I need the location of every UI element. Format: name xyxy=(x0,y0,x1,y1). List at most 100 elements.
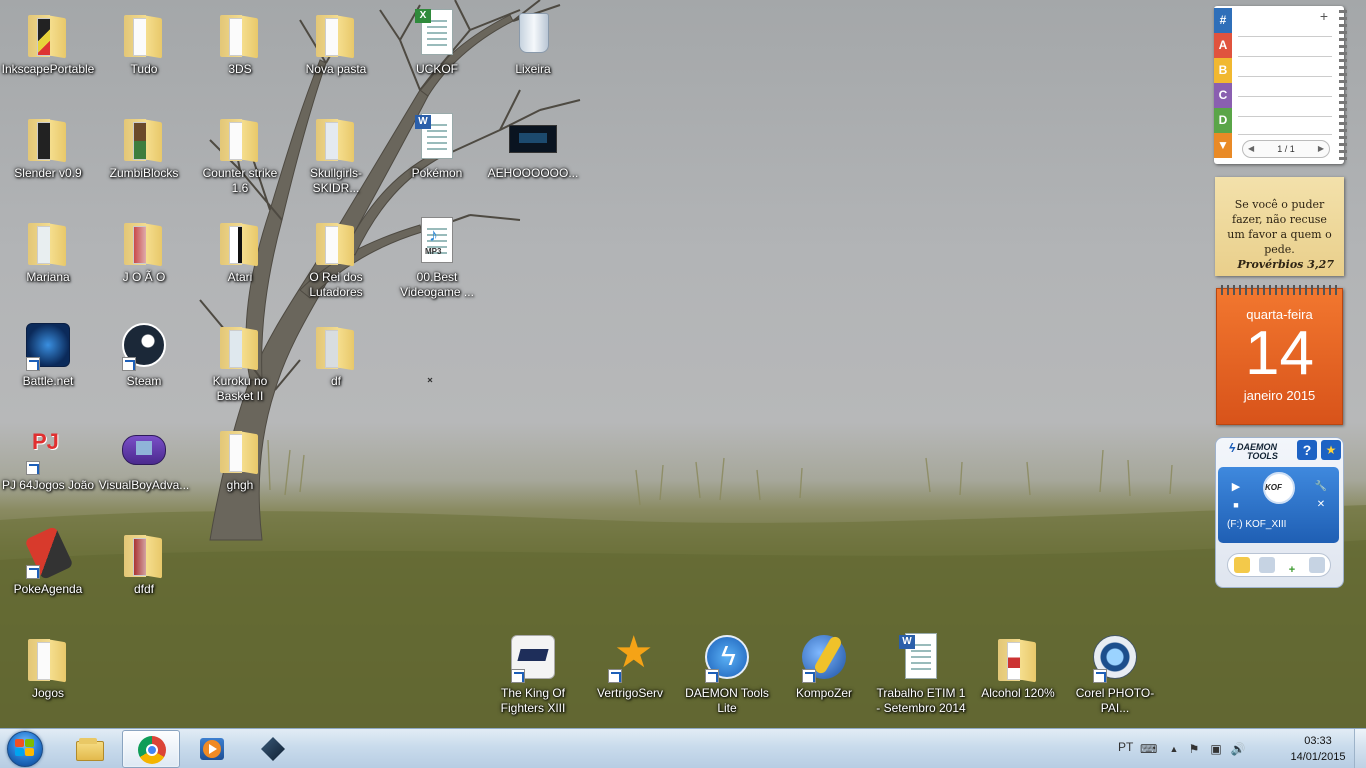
clock[interactable]: 03:33 14/01/2015 xyxy=(1284,733,1352,765)
desktop-icon-label: Tudo xyxy=(130,62,158,76)
show-hidden-icons-arrow[interactable]: ▲ xyxy=(1166,741,1182,757)
desktop-icon-kompozer[interactable]: KompoZer xyxy=(776,626,872,726)
daemon-toolbar: + xyxy=(1227,553,1331,577)
tab-a[interactable]: A xyxy=(1214,33,1232,58)
calendar-gadget[interactable]: quarta-feira 14 janeiro 2015 xyxy=(1216,285,1343,425)
volume-icon[interactable]: 🔊 xyxy=(1230,741,1246,757)
start-button[interactable] xyxy=(3,730,47,768)
favorites-button[interactable]: ★ xyxy=(1321,440,1341,460)
system-tray: PT ⌨ ▲ ⚑ ▣ 🔊 03:33 14/01/2015 xyxy=(1116,729,1366,768)
desktop[interactable]: InkscapePortable Slender v0.9 Mariana Ba… xyxy=(0,0,1366,728)
mount-image-icon[interactable] xyxy=(1234,557,1250,573)
desktop-icon-daemon-tools-lite[interactable]: ϟ DAEMON Tools Lite xyxy=(679,626,775,726)
desktop-icon-jogos[interactable]: Jogos xyxy=(0,626,96,726)
language-indicator[interactable]: PT xyxy=(1118,740,1133,754)
desktop-icon-counter-strike[interactable]: Counter strike 1.6 xyxy=(192,106,288,206)
taskbar-starcraft-ii[interactable] xyxy=(244,730,302,768)
desktop-icon-pokeagenda[interactable]: PokeAgenda xyxy=(0,522,96,622)
next-page-button[interactable]: ▶ xyxy=(1318,141,1324,157)
taskbar-media-player[interactable] xyxy=(183,730,241,768)
desktop-icon-steam[interactable]: Steam xyxy=(96,314,192,414)
desktop-icon-label: Mariana xyxy=(26,270,70,284)
desktop-icon-zumbiblocks[interactable]: ZumbiBlocks xyxy=(96,106,192,206)
excel-document-icon: X xyxy=(411,7,463,59)
desktop-icon-best-videogame[interactable]: ♪ MP3 00.Best Videogame ... xyxy=(389,210,485,310)
desktop-icon-skullgirls[interactable]: Skullgirls-SKIDR... xyxy=(288,106,384,206)
daemon-tools-gadget[interactable]: ϟ DAEMON TOOLS ? ★ ▶ ■ KOF 🔧 ✕ (F:) KOF_… xyxy=(1215,437,1344,588)
daemon-logo-line2: TOOLS xyxy=(1247,451,1278,461)
desktop-icon-aehoooooo[interactable]: AEHOOOOOO... xyxy=(485,106,581,206)
folder-icon xyxy=(310,319,362,371)
contact-line xyxy=(1238,96,1332,97)
desktop-icon-nova-pasta[interactable]: Nova pasta xyxy=(288,2,384,102)
tab-d[interactable]: D xyxy=(1214,108,1232,133)
add-image-icon[interactable] xyxy=(1259,557,1275,573)
desktop-icon-visualboyadvance[interactable]: VisualBoyAdva... xyxy=(96,418,192,518)
desktop-icon-label: VisualBoyAdva... xyxy=(98,478,190,492)
daemon-tools-icon: ϟ xyxy=(701,631,753,683)
calendar-day: 14 xyxy=(1245,319,1314,388)
desktop-icon-label: ghgh xyxy=(226,478,254,492)
show-desktop-button[interactable] xyxy=(1354,729,1366,768)
stop-icon[interactable]: ■ xyxy=(1228,497,1244,513)
desktop-icon-dfdf[interactable]: dfdf xyxy=(96,522,192,622)
desktop-icon-label: Steam xyxy=(126,374,162,388)
unmount-close-icon[interactable]: ✕ xyxy=(1313,497,1329,513)
desktop-icon-lixeira[interactable]: Lixeira xyxy=(485,2,581,102)
desktop-icon-label: InkscapePortable xyxy=(1,62,95,76)
drive-label: (F:) KOF_XIII xyxy=(1227,519,1287,530)
remove-drive-icon[interactable] xyxy=(1309,557,1325,573)
desktop-icon-label: Corel PHOTO-PAI... xyxy=(1075,686,1155,715)
windows-explorer-icon xyxy=(76,735,104,763)
desktop-icon-tudo[interactable]: Tudo xyxy=(96,2,192,102)
chrome-icon xyxy=(138,736,166,764)
add-drive-icon[interactable]: + xyxy=(1284,562,1300,578)
add-contact-button[interactable]: + xyxy=(1320,8,1328,24)
tab-c[interactable]: C xyxy=(1214,83,1232,108)
contact-line xyxy=(1238,56,1332,57)
desktop-icon-label: PJ 64Jogos João xyxy=(1,478,95,492)
desktop-icon-label: Skullgirls-SKIDR... xyxy=(309,166,362,195)
tab-b[interactable]: B xyxy=(1214,58,1232,83)
contacts-gadget[interactable]: # A B C D ▼ + ◀ 1 / 1 ▶ xyxy=(1214,6,1347,164)
settings-wrench-icon[interactable]: 🔧 xyxy=(1313,479,1329,495)
desktop-icon-kof-xiii[interactable]: The King Of Fighters XIII xyxy=(485,626,581,726)
desktop-icon-pokemon[interactable]: W Pokémon xyxy=(389,106,485,206)
quote-gadget[interactable]: Se você o puder fazer, não recuse um fav… xyxy=(1215,177,1344,276)
desktop-icon-joao[interactable]: J O Ã O xyxy=(96,210,192,310)
action-center-flag-icon[interactable]: ⚑ xyxy=(1186,741,1202,757)
prev-page-button[interactable]: ◀ xyxy=(1248,141,1254,157)
desktop-icon-ghgh[interactable]: ghgh xyxy=(192,418,288,518)
desktop-icon-vertrigoserv[interactable]: ★ VertrigoServ xyxy=(582,626,678,726)
desktop-icon-mariana[interactable]: Mariana xyxy=(0,210,96,310)
virtual-drive[interactable]: ▶ ■ KOF 🔧 ✕ (F:) KOF_XIII xyxy=(1218,467,1339,543)
taskbar-windows-explorer[interactable] xyxy=(61,730,119,768)
contact-line xyxy=(1238,76,1332,77)
taskbar-google-chrome[interactable] xyxy=(122,730,180,768)
folder-icon xyxy=(992,631,1044,683)
network-icon[interactable]: ▣ xyxy=(1208,741,1224,757)
help-button[interactable]: ? xyxy=(1297,440,1317,460)
desktop-icon-label: Counter strike 1.6 xyxy=(202,166,278,195)
keyboard-icon[interactable]: ⌨ xyxy=(1140,741,1157,757)
tab-hash[interactable]: # xyxy=(1214,8,1232,33)
desktop-icon-inkscapeportable[interactable]: InkscapePortable xyxy=(0,2,96,102)
desktop-icon-corel-photo-paint[interactable]: Corel PHOTO-PAI... xyxy=(1067,626,1163,726)
mount-play-icon[interactable]: ▶ xyxy=(1228,479,1244,495)
desktop-icon-o-rei-dos-lutadores[interactable]: O Rei dos Lutadores xyxy=(288,210,384,310)
desktop-icon-project64[interactable]: PJ PJ 64Jogos João xyxy=(0,418,96,518)
desktop-icon-battlenet[interactable]: Battle.net xyxy=(0,314,96,414)
desktop-icon-label: UCKOF xyxy=(416,62,458,76)
desktop-icon-label: 3DS xyxy=(228,62,252,76)
desktop-icon-df[interactable]: df xyxy=(288,314,384,414)
desktop-icon-3ds[interactable]: 3DS xyxy=(192,2,288,102)
desktop-icon-trabalho-etim[interactable]: W Trabalho ETIM 1 - Setembro 2014 xyxy=(873,626,969,726)
calendar-rings xyxy=(1221,285,1339,295)
desktop-icon-uckof[interactable]: X UCKOF xyxy=(389,2,485,102)
desktop-icon-slender[interactable]: Slender v0.9 xyxy=(0,106,96,206)
desktop-icon-atari[interactable]: Atari xyxy=(192,210,288,310)
battlenet-icon xyxy=(22,319,74,371)
desktop-icon-alcohol[interactable]: Alcohol 120% xyxy=(970,626,1066,726)
tab-more[interactable]: ▼ xyxy=(1214,133,1232,158)
desktop-icon-kuroku[interactable]: Kuroku no Basket II xyxy=(192,314,288,414)
